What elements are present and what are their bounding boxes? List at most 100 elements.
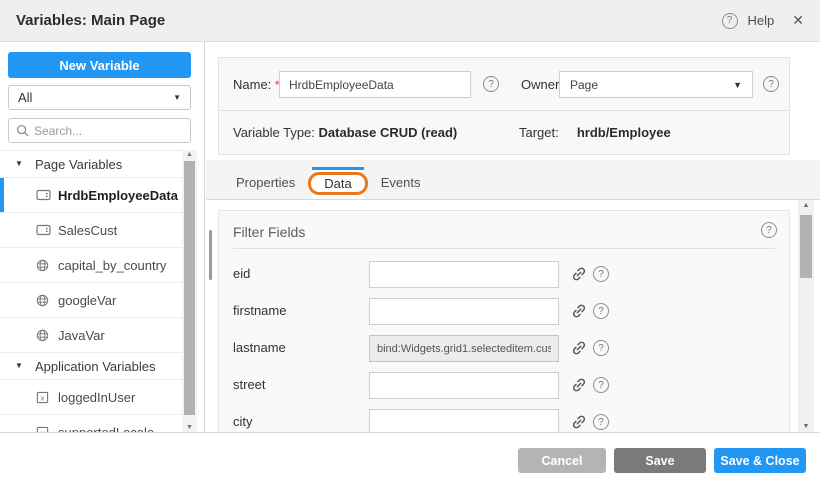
filter-row-eid: eid ? [219,256,789,293]
search-box [8,118,191,143]
owner-value: Page [570,78,598,92]
field-help-icon[interactable]: ? [593,266,609,282]
group-label: Page Variables [35,157,122,172]
variable-name: googleVar [58,293,116,308]
field-help-icon[interactable]: ? [593,414,609,430]
field-label: lastname [233,340,286,355]
help-icon[interactable]: ? [722,13,738,29]
variable-name: loggedInUser [58,390,135,405]
name-help-icon[interactable]: ? [483,76,499,92]
bind-link-icon[interactable] [571,303,587,319]
owner-dropdown[interactable]: Page ▼ [559,71,753,98]
sidebar-item-supportedlocale[interactable]: x supportedLocale [0,415,183,432]
name-label: Name: * [233,77,280,92]
field-label: street [233,377,266,392]
svg-text:x: x [41,393,45,402]
filter-fields-help-icon[interactable]: ? [761,222,777,238]
scrollbar-thumb[interactable] [184,161,195,415]
variables-dialog: Variables: Main Page ? Help ✕ New Variab… [0,0,820,490]
variable-name: HrdbEmployeeData [58,188,178,203]
save-close-button[interactable]: Save & Close [714,448,806,473]
variable-detail-panel: Name: * ? Owner: * Page ▼ ? Variable Typ… [206,42,820,432]
content-scrollbar[interactable]: ▲ ▼ [798,200,814,432]
service-variable-icon [36,294,49,307]
filter-row-firstname: firstname ? [219,293,789,330]
chevron-down-icon: ▼ [173,93,181,102]
dialog-header: Variables: Main Page ? Help ✕ [0,0,820,42]
tab-data[interactable]: Data [312,167,363,199]
sidebar-item-capital-by-country[interactable]: capital_by_country [0,248,183,283]
tab-properties[interactable]: Properties [219,167,312,199]
field-label: eid [233,266,250,281]
variable-name: supportedLocale [58,425,154,432]
scroll-down-icon[interactable]: ▼ [182,424,197,431]
firstname-input[interactable] [369,298,559,325]
collapse-icon: ▼ [15,159,23,168]
sidebar-item-javavar[interactable]: JavaVar [0,318,183,353]
bind-link-icon[interactable] [571,377,587,393]
bind-link-icon[interactable] [571,414,587,430]
field-label: city [233,414,253,429]
filter-row-lastname: lastname ? [219,330,789,367]
sidebar-item-salescust[interactable]: SalesCust [0,213,183,248]
name-input[interactable] [279,71,471,98]
sidebar-item-googlevar[interactable]: googleVar [0,283,183,318]
variable-name: JavaVar [58,328,105,343]
variable-list: ▼ Page Variables HrdbEmployeeData SalesC… [0,150,183,432]
variable-name: SalesCust [58,223,117,238]
search-input[interactable] [34,124,174,138]
filter-row-street: street ? [219,367,789,404]
db-variable-icon [36,189,51,201]
group-label: Application Variables [35,359,155,374]
variables-sidebar: New Variable All ▼ ▼ Page Variables Hrdb… [0,42,205,432]
chevron-down-icon: ▼ [733,80,742,90]
city-input[interactable] [369,409,559,432]
sidebar-item-hrdbemployeedata[interactable]: HrdbEmployeeData [0,178,183,213]
section-title: Filter Fields [233,224,305,240]
owner-help-icon[interactable]: ? [763,76,779,92]
dialog-title: Variables: Main Page [16,12,165,29]
service-variable-icon [36,259,49,272]
new-variable-button[interactable]: New Variable [8,52,191,78]
dialog-footer: Cancel Save Save & Close [0,432,820,490]
sidebar-scrollbar[interactable]: ▲ ▼ [182,150,197,432]
variable-summary-panel: Name: * ? Owner: * Page ▼ ? Variable Typ… [218,57,790,155]
tab-events[interactable]: Events [364,167,438,199]
eid-input[interactable] [369,261,559,288]
cancel-button[interactable]: Cancel [518,448,606,473]
bind-link-icon[interactable] [571,266,587,282]
street-input[interactable] [369,372,559,399]
tab-data-label: Data [324,176,351,191]
field-help-icon[interactable]: ? [593,303,609,319]
save-button[interactable]: Save [614,448,706,473]
scrollbar-thumb[interactable] [800,215,812,278]
search-icon [16,124,29,137]
scroll-down-icon[interactable]: ▼ [798,423,814,430]
group-page-variables[interactable]: ▼ Page Variables [0,151,183,178]
scroll-up-icon[interactable]: ▲ [798,202,814,209]
sidebar-item-loggedinuser[interactable]: x loggedInUser [0,380,183,415]
variable-filter-dropdown[interactable]: All ▼ [8,85,191,110]
service-variable-icon [36,329,49,342]
help-link[interactable]: Help [748,13,775,28]
tab-bar: Properties Data Events [206,160,820,200]
variable-filter-value: All [18,90,32,105]
data-tab-content: Filter Fields ? eid ? firstname ? [206,200,820,432]
variable-type: Variable Type: Database CRUD (read) [233,125,457,140]
scroll-up-icon[interactable]: ▲ [182,151,197,158]
filter-row-city: city ? [219,404,789,432]
left-scrollbar-thumb[interactable] [209,230,212,280]
db-variable-icon [36,224,51,236]
field-help-icon[interactable]: ? [593,377,609,393]
collapse-icon: ▼ [15,361,23,370]
divider [233,248,775,249]
filter-fields-panel: Filter Fields ? eid ? firstname ? [218,210,790,432]
target: Target: hrdb/Employee [519,125,671,140]
static-variable-icon: x [36,391,49,404]
bind-link-icon[interactable] [571,340,587,356]
group-application-variables[interactable]: ▼ Application Variables [0,353,183,380]
field-help-icon[interactable]: ? [593,340,609,356]
close-icon[interactable]: ✕ [792,12,804,29]
lastname-input[interactable] [369,335,559,362]
field-label: firstname [233,303,286,318]
